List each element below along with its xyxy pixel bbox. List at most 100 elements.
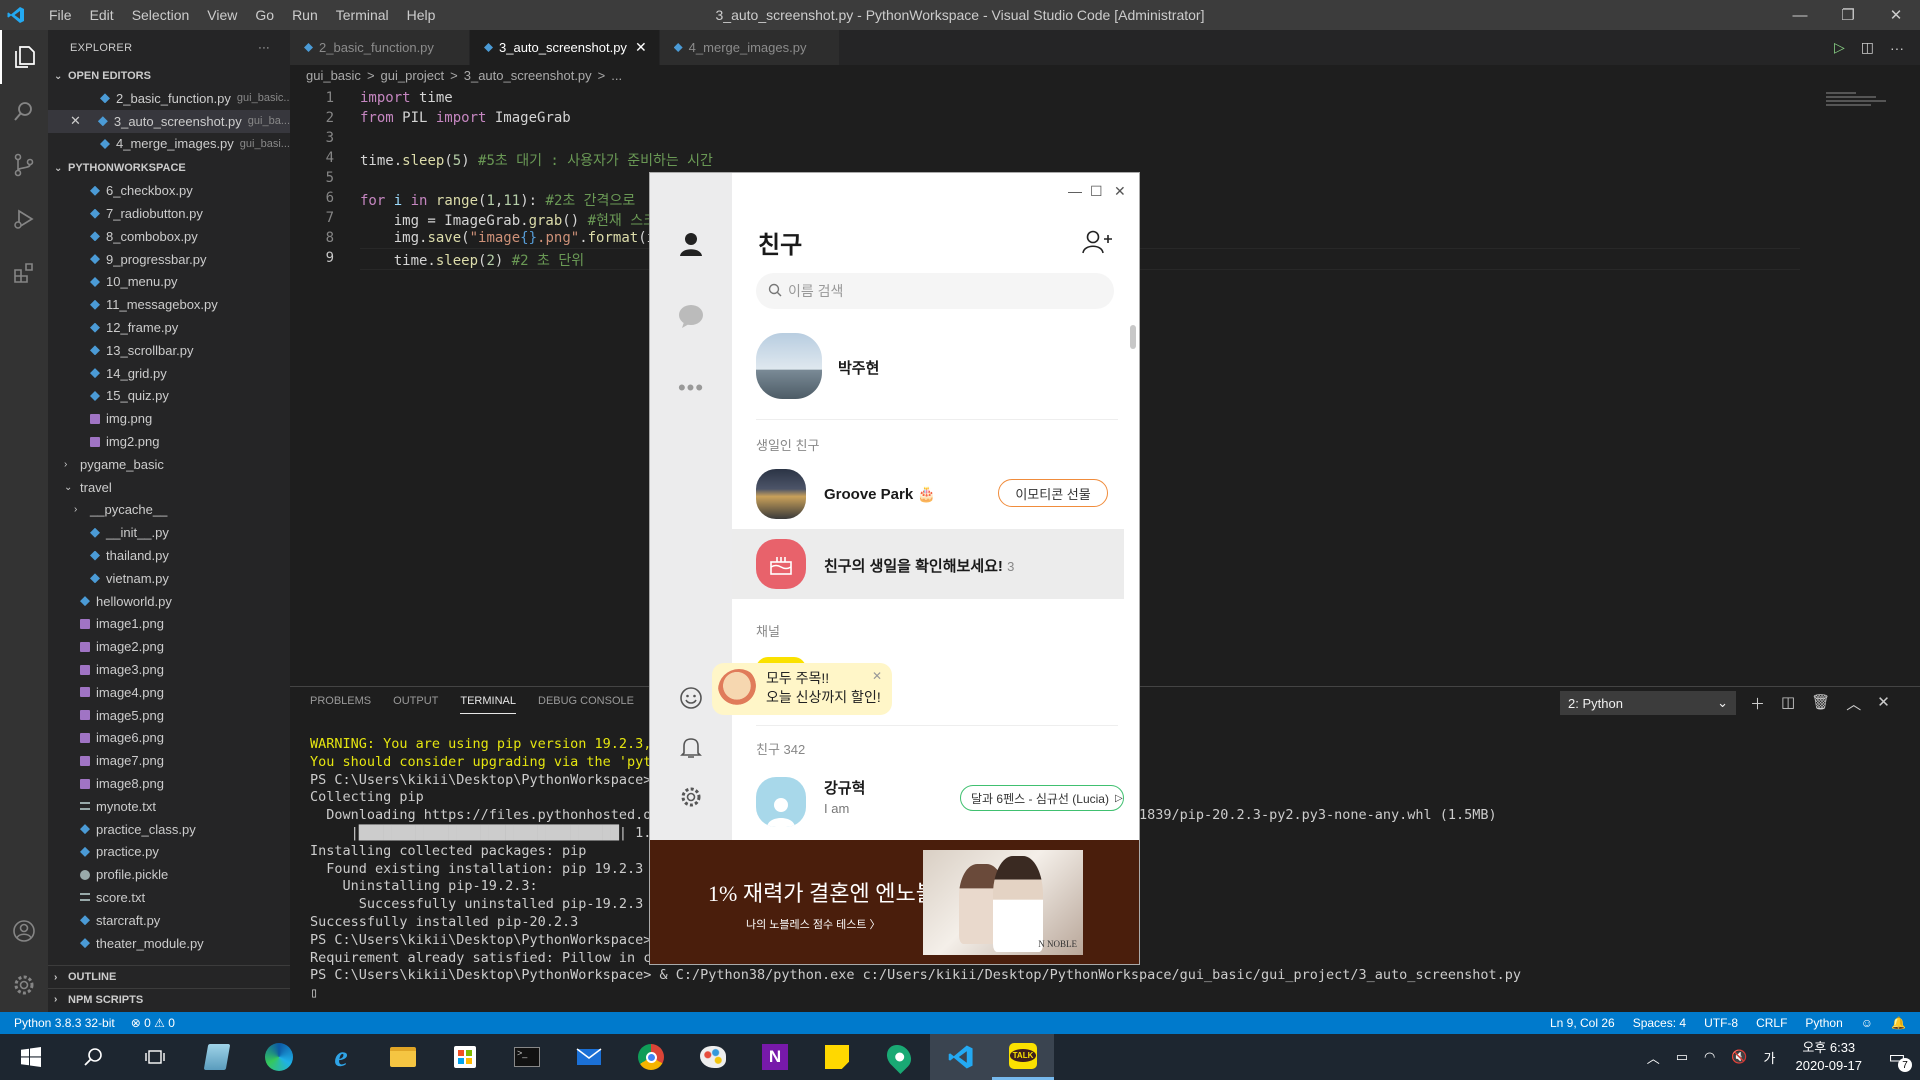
file-tree-item[interactable]: 15_quiz.py [48,385,290,408]
file-tree-item[interactable]: img.png [48,407,290,430]
breadcrumb-gui-basic[interactable]: gui_basic [306,68,361,83]
scrollbar-thumb[interactable] [1130,325,1136,349]
tab-output[interactable]: OUTPUT [393,695,438,714]
action-center-icon[interactable]: ▭ 7 [1874,1034,1920,1080]
new-terminal-icon[interactable]: ＋ [1750,693,1765,714]
friends-person-icon[interactable] [672,225,710,263]
close-panel-icon[interactable]: ✕ [1877,693,1890,714]
file-tree-item[interactable]: ⌄ travel [48,476,290,499]
python-interpreter[interactable]: Python 3.8.3 32-bit [14,1016,115,1030]
cursor-position[interactable]: Ln 9, Col 26 [1550,1016,1615,1030]
file-tree-item[interactable]: __init__.py [48,521,290,544]
split-terminal-icon[interactable]: ◫ [1781,693,1795,714]
menu-run[interactable]: Run [283,7,327,23]
file-tree-item[interactable]: 8_combobox.py [48,225,290,248]
file-tree-item[interactable]: 7_radiobutton.py [48,202,290,225]
friend-search-input[interactable]: 이름 검색 [756,273,1114,309]
open-editors-section[interactable]: ⌄ OPEN EDITORS [48,65,290,87]
file-tree-item[interactable]: score.txt [48,886,290,909]
source-control-icon[interactable] [0,138,48,192]
file-tree-item[interactable]: image2.png [48,635,290,658]
file-tree-item[interactable]: 13_scrollbar.py [48,339,290,362]
editor-more-icon[interactable]: ··· [1890,40,1904,56]
kakao-maximize-icon[interactable]: ☐ [1090,183,1103,200]
advertisement-banner[interactable]: 1% 재력가 결혼엔 엔노블 나의 노블레스 점수 테스트 〉 N NOBLE [650,840,1139,964]
trash-icon[interactable]: 🗑 [1811,693,1830,714]
file-tree-item[interactable]: image8.png [48,772,290,795]
outline-section[interactable]: › OUTLINE [48,966,290,988]
eol[interactable]: CRLF [1756,1016,1787,1030]
search-icon[interactable] [0,84,48,138]
tab-close-icon[interactable]: ✕ [635,39,647,56]
notifications-bell-icon[interactable]: 🔔 [1891,1016,1906,1030]
open-editor-item[interactable]: 2_basic_function.py gui_basic... [48,87,290,110]
menu-file[interactable]: File [40,7,81,23]
file-tree-item[interactable]: 11_messagebox.py [48,293,290,316]
close-editor-icon[interactable]: ✕ [70,113,98,129]
birthday-friend-row[interactable]: Groove Park 🎂 [824,485,936,503]
settings-gear-icon[interactable] [672,778,710,816]
chrome-icon[interactable] [620,1034,682,1080]
open-editor-item[interactable]: 4_merge_images.py gui_basi... [48,133,290,156]
tab-problems[interactable]: PROBLEMS [310,695,371,714]
my-profile-avatar[interactable] [756,333,822,399]
battery-icon[interactable]: ▭ [1676,1049,1688,1065]
open-editor-item-active[interactable]: ✕ 3_auto_screenshot.py gui_ba... [48,109,290,133]
minimize-button[interactable]: — [1776,0,1824,30]
birthday-friend-avatar[interactable] [756,469,806,519]
run-debug-icon[interactable] [0,192,48,246]
gift-emoticon-button[interactable]: 이모티콘 선물 [998,479,1108,507]
tab-4-merge-images[interactable]: 4_merge_images.py [659,30,840,65]
file-tree-item[interactable]: 12_frame.py [48,316,290,339]
accounts-icon[interactable] [0,904,48,958]
sticky-notes-icon[interactable] [806,1034,868,1080]
menu-go[interactable]: Go [246,7,283,23]
file-tree-item[interactable]: 6_checkbox.py [48,179,290,202]
menu-view[interactable]: View [198,7,246,23]
file-tree-item[interactable]: 14_grid.py [48,362,290,385]
my-profile-name[interactable]: 박주현 [838,357,879,378]
windows-start-icon[interactable] [0,1034,62,1080]
maps-app-icon[interactable] [868,1034,930,1080]
file-tree-item[interactable]: img2.png [48,430,290,453]
onenote-icon[interactable]: N [744,1034,806,1080]
menu-help[interactable]: Help [398,7,445,23]
menu-terminal[interactable]: Terminal [327,7,398,23]
file-tree-item[interactable]: helloworld.py [48,590,290,613]
mail-icon[interactable] [558,1034,620,1080]
tab-terminal[interactable]: TERMINAL [460,695,516,714]
file-tree-item[interactable]: profile.pickle [48,863,290,886]
notification-bell-icon[interactable] [672,729,710,767]
problems-count[interactable]: ⊗ 0 ⚠ 0 [131,1016,175,1030]
explorer-more-button[interactable]: ··· [258,42,270,54]
kakao-close-icon[interactable]: ✕ [1114,183,1126,200]
clock[interactable]: 오후 6:33 2020-09-17 [1796,1039,1863,1075]
file-tree-item[interactable]: practice.py [48,841,290,864]
paint-app-icon[interactable] [682,1034,744,1080]
task-view-icon[interactable] [124,1034,186,1080]
file-tree-item[interactable]: 9_progressbar.py [48,248,290,271]
language-mode[interactable]: Python [1805,1016,1842,1030]
explorer-icon[interactable] [0,30,48,84]
file-tree-item[interactable]: mynote.txt [48,795,290,818]
file-tree-item[interactable]: image6.png [48,727,290,750]
menu-edit[interactable]: Edit [81,7,123,23]
file-tree-item[interactable]: › pygame_basic [48,453,290,476]
split-editor-icon[interactable]: ◫ [1861,39,1874,56]
kakaotalk-taskbar-icon[interactable]: TALK [992,1034,1054,1080]
kakao-minimize-icon[interactable]: — [1068,183,1082,199]
internet-explorer-icon[interactable]: e [310,1034,372,1080]
promo-close-icon[interactable]: ✕ [872,667,882,686]
restore-button[interactable]: ❐ [1824,0,1872,30]
search-icon[interactable] [62,1034,124,1080]
feedback-icon[interactable]: ☺ [1861,1016,1873,1030]
tab-debug-console[interactable]: DEBUG CONSOLE [538,695,634,714]
file-explorer-icon[interactable] [372,1034,434,1080]
file-tree-item[interactable]: image5.png [48,704,290,727]
settings-gear-icon[interactable] [0,958,48,1012]
more-dots-icon[interactable]: ••• [672,369,710,407]
vscode-taskbar-icon[interactable] [930,1034,992,1080]
file-tree-item[interactable]: practice_class.py [48,818,290,841]
wifi-icon[interactable]: ◠ [1704,1049,1715,1065]
breadcrumb-file[interactable]: 3_auto_screenshot.py [464,68,592,83]
